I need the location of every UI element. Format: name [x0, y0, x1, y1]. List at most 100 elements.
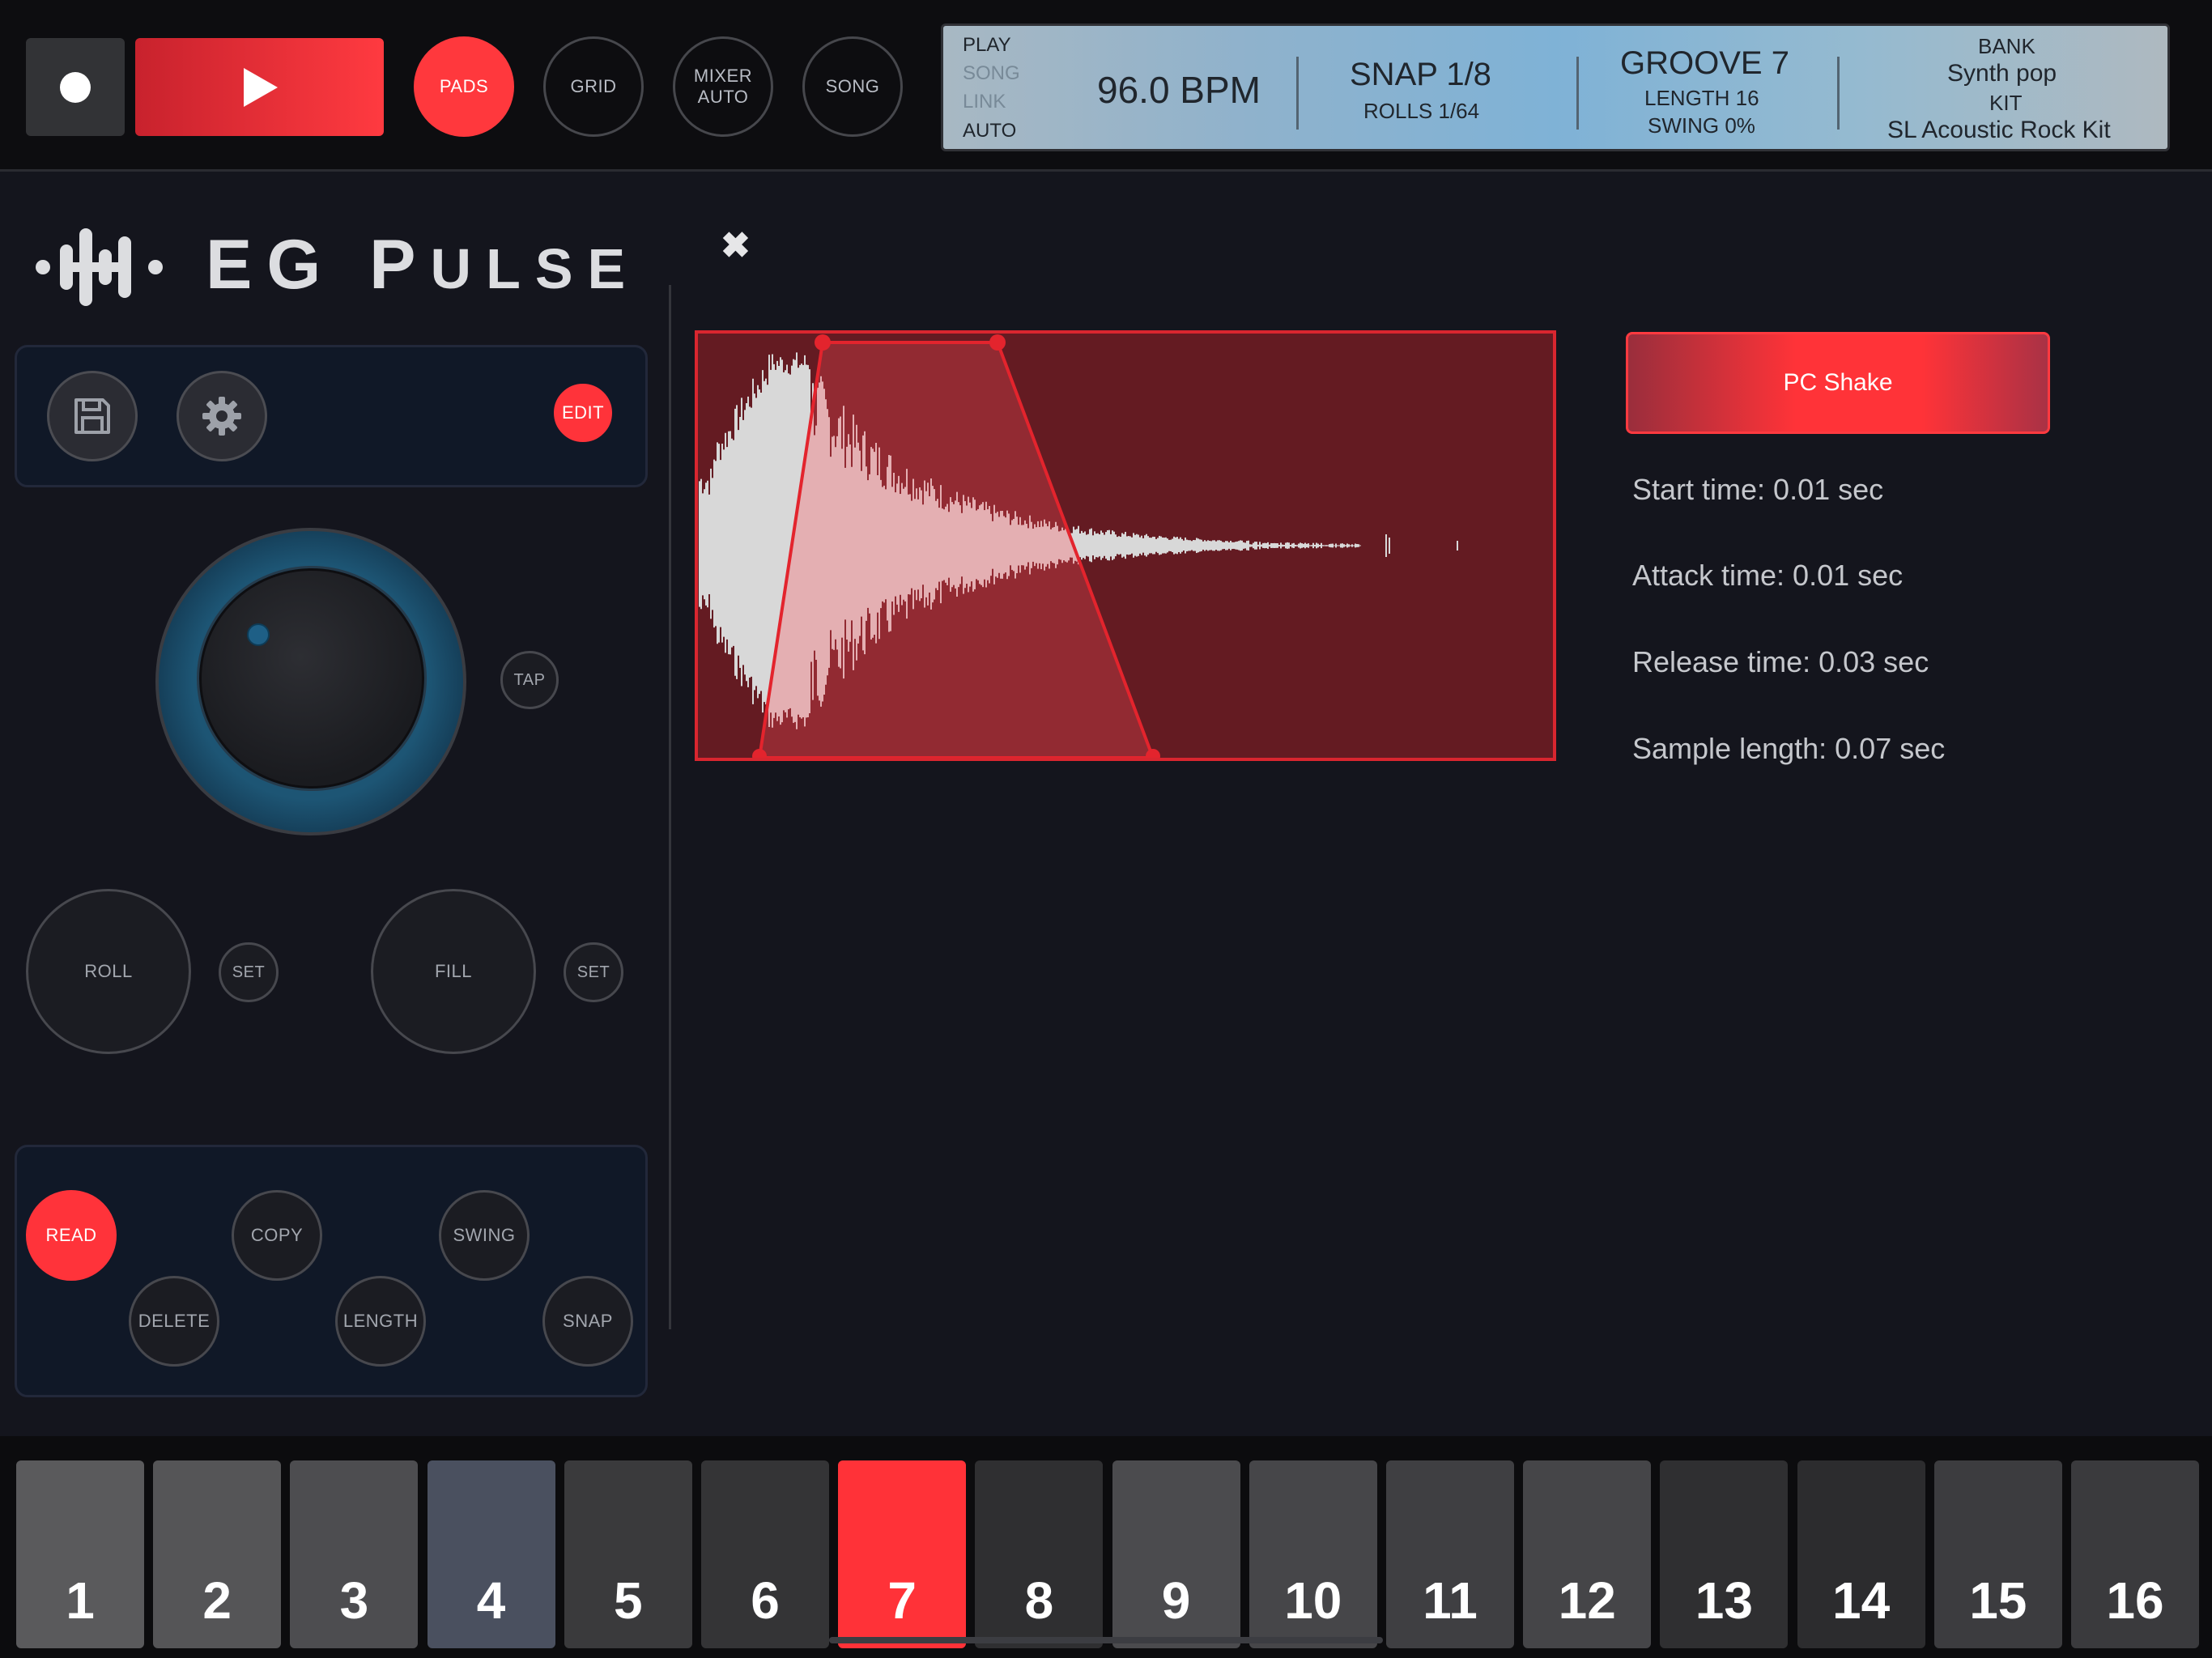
tempo-knob[interactable] [199, 568, 424, 789]
fill-set-label: SET [576, 963, 610, 981]
lcd-snap: SNAP 1/8 [1350, 57, 1491, 92]
attack-time-text: Attack time: 0.01 sec [1632, 559, 1904, 592]
grid-mode-button[interactable]: GRID [543, 36, 644, 137]
mixer-auto-mode-button[interactable]: MIXER AUTO [673, 36, 773, 137]
swing-label: SWING [453, 1225, 516, 1245]
brand-second-rest: ULSE [430, 237, 640, 300]
gear-icon [202, 397, 241, 436]
roll-set-button[interactable]: SET [219, 942, 279, 1002]
pad-4[interactable]: 4 [427, 1460, 555, 1648]
pad-label: 7 [887, 1571, 917, 1630]
status-display[interactable]: PLAY SONG LINK AUTO 96.0 BPM SNAP 1/8 RO… [941, 23, 2170, 151]
pad-label: 6 [751, 1571, 780, 1630]
pads-mode-label: PADS [439, 76, 489, 96]
pad-label: 4 [476, 1571, 506, 1630]
lcd-groove: GROOVE 7 [1620, 45, 1789, 81]
lcd-auto: AUTO [963, 120, 1017, 142]
lcd-link: LINK [963, 91, 1006, 113]
swing-button[interactable]: SWING [439, 1190, 530, 1281]
save-icon [74, 398, 110, 434]
close-icon: ✖ [721, 226, 751, 266]
auto-label: AUTO [697, 87, 749, 107]
waveform-editor[interactable] [695, 330, 1556, 761]
pad-10[interactable]: 10 [1249, 1460, 1377, 1648]
pad-13[interactable]: 13 [1660, 1460, 1789, 1648]
fill-set-button[interactable]: SET [564, 942, 623, 1002]
pad-label: 11 [1423, 1571, 1478, 1630]
roll-label: ROLL [84, 961, 133, 981]
pad-label: 15 [1969, 1571, 2027, 1630]
edit-button[interactable]: EDIT [554, 384, 612, 442]
pad-strip: 1 2 3 4 5 6 7 8 9 10 11 12 13 14 15 16 [0, 1436, 2212, 1658]
pad-label: 1 [66, 1571, 95, 1630]
envelope-release-handle[interactable] [989, 334, 1006, 351]
app-name: EG PULSE [206, 225, 640, 305]
app-root: PADS GRID MIXER AUTO SONG PLAY SONG LINK… [0, 0, 2212, 1658]
pad-16[interactable]: 16 [2071, 1460, 2199, 1648]
snap-button[interactable]: SNAP [542, 1276, 633, 1367]
song-mode-label: SONG [825, 76, 880, 96]
length-button[interactable]: LENGTH [335, 1276, 426, 1367]
pad-6[interactable]: 6 [701, 1460, 829, 1648]
delete-label: DELETE [138, 1311, 211, 1331]
brand-first: EG [206, 226, 336, 304]
sample-name: PC Shake [1783, 369, 1893, 396]
fill-label: FILL [434, 961, 473, 981]
pad-label: 9 [1161, 1571, 1191, 1630]
brand-second-cap: P [369, 226, 431, 304]
snap-label: SNAP [563, 1311, 613, 1331]
lcd-kit-label: KIT [1989, 91, 2023, 115]
lcd-length: LENGTH 16 [1644, 86, 1759, 110]
sample-select-button[interactable]: PC Shake [1626, 332, 2050, 434]
lcd-swing: SWING 0% [1648, 113, 1755, 138]
copy-label: COPY [250, 1225, 304, 1245]
settings-button[interactable] [177, 371, 267, 461]
close-editor-button[interactable]: ✖ [721, 228, 751, 264]
record-button[interactable] [26, 38, 125, 136]
pad-9[interactable]: 9 [1112, 1460, 1240, 1648]
pad-1[interactable]: 1 [16, 1460, 144, 1648]
copy-button[interactable]: COPY [232, 1190, 322, 1281]
pad-scrollbar[interactable] [829, 1637, 1383, 1643]
pad-5[interactable]: 5 [564, 1460, 692, 1648]
pad-2[interactable]: 2 [153, 1460, 282, 1648]
pad-label: 10 [1284, 1571, 1342, 1630]
pad-11[interactable]: 11 [1386, 1460, 1514, 1648]
pad-3[interactable]: 3 [290, 1460, 419, 1648]
waveform-graph [699, 334, 1458, 758]
pad-label: 3 [339, 1571, 369, 1630]
top-bar: PADS GRID MIXER AUTO SONG PLAY SONG LINK… [0, 0, 2212, 172]
length-label: LENGTH [342, 1311, 419, 1331]
pad-label: 5 [614, 1571, 643, 1630]
lcd-song: SONG [963, 62, 1020, 84]
lcd-separator [1837, 57, 1840, 130]
pad-12[interactable]: 12 [1523, 1460, 1652, 1648]
lcd-bank-label: BANK [1978, 34, 2035, 58]
roll-button[interactable]: ROLL [26, 889, 191, 1054]
knob-indicator [247, 623, 270, 646]
pad-label: 12 [1558, 1571, 1616, 1630]
roll-set-label: SET [232, 963, 266, 981]
play-button[interactable] [135, 38, 384, 136]
envelope-attack-handle[interactable] [815, 334, 831, 351]
pad-label: 14 [1832, 1571, 1891, 1630]
read-button[interactable]: READ [26, 1190, 117, 1281]
start-time-text: Start time: 0.01 sec [1632, 473, 1884, 506]
delete-button[interactable]: DELETE [129, 1276, 219, 1367]
lcd-separator [1296, 57, 1299, 130]
tap-label: TAP [513, 670, 546, 689]
lcd-kit-value: SL Acoustic Rock Kit [1887, 117, 2111, 143]
tap-button[interactable]: TAP [500, 651, 559, 709]
read-label: READ [45, 1225, 97, 1245]
lcd-bank-value: Synth pop [1947, 60, 2057, 87]
fill-button[interactable]: FILL [371, 889, 536, 1054]
pad-8[interactable]: 8 [975, 1460, 1104, 1648]
pad-14[interactable]: 14 [1797, 1460, 1925, 1648]
song-mode-button[interactable]: SONG [802, 36, 903, 137]
save-button[interactable] [47, 371, 138, 461]
pad-7[interactable]: 7 [838, 1460, 967, 1648]
pad-label: 2 [202, 1571, 232, 1630]
pads-mode-button[interactable]: PADS [414, 36, 514, 137]
pad-label: 13 [1695, 1571, 1753, 1630]
pad-15[interactable]: 15 [1933, 1460, 2062, 1648]
